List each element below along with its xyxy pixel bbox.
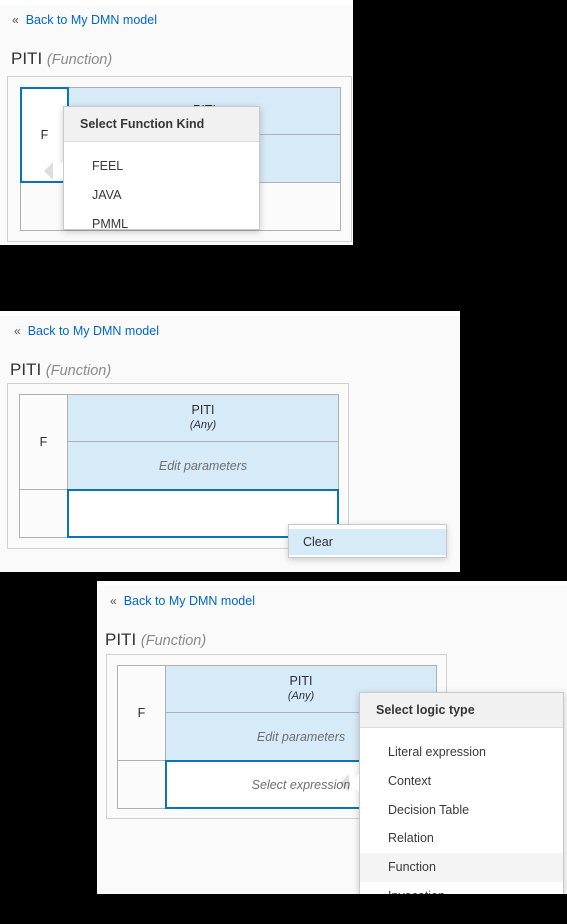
logic-type-option-function[interactable]: Function — [360, 853, 563, 882]
select-logic-type-title: Select logic type — [360, 693, 563, 728]
select-function-kind-list: FEEL JAVA PMML — [64, 142, 259, 245]
edit-parameters-label-2: Edit parameters — [158, 458, 248, 473]
page-title: PITI (Function) — [105, 631, 206, 649]
back-to-model-link[interactable]: Back to My DMN model — [28, 325, 159, 338]
panel1-top-strip — [0, 0, 353, 5]
function-kind-cell-3[interactable]: F — [117, 665, 166, 761]
expression-header-name-3: PITI — [289, 674, 313, 689]
breadcrumb[interactable]: « Back to My DMN model — [12, 14, 157, 27]
select-logic-type-popover: Select logic type Literal expression Con… — [359, 692, 564, 894]
back-to-model-link[interactable]: Back to My DMN model — [124, 595, 255, 608]
expression-header-cell-2[interactable]: PITI (Any) — [67, 394, 339, 442]
expression-parameters-cell-2[interactable]: Edit parameters — [67, 441, 339, 490]
page-title-name: PITI — [105, 630, 137, 649]
function-body-kind-cell-1[interactable] — [20, 182, 69, 231]
expression-body-label-3: Select expression — [251, 777, 351, 792]
double-chevron-left-icon: « — [12, 13, 19, 28]
panel-clear-context-menu: « Back to My DMN model PITI (Function) F… — [0, 311, 460, 572]
panel3-top-strip — [97, 581, 567, 586]
function-kind-label-2: F — [39, 435, 48, 449]
page-title-name: PITI — [10, 360, 42, 379]
popover-caret-3 — [340, 774, 359, 792]
select-function-kind-title: Select Function Kind — [64, 107, 259, 142]
page-title-type: (Function) — [46, 52, 113, 68]
logic-type-option-decision-table[interactable]: Decision Table — [360, 796, 563, 825]
expression-header-type-3: (Any) — [287, 689, 315, 702]
expression-header-name-2: PITI — [191, 403, 215, 418]
function-kind-option-feel[interactable]: FEEL — [64, 152, 259, 181]
panel-logic-type: « Back to My DMN model PITI (Function) F… — [97, 581, 567, 894]
expression-header-type-2: (Any) — [189, 418, 217, 431]
function-kind-label-1: F — [40, 128, 49, 142]
double-chevron-left-icon: « — [14, 324, 21, 339]
double-chevron-left-icon: « — [110, 594, 117, 609]
logic-type-option-relation[interactable]: Relation — [360, 824, 563, 853]
clear-context-menu: Clear — [288, 524, 447, 558]
page-title-type: (Function) — [140, 633, 207, 649]
breadcrumb[interactable]: « Back to My DMN model — [14, 325, 159, 338]
page-title-name: PITI — [11, 49, 43, 68]
function-kind-label-3: F — [137, 706, 146, 720]
context-menu-item-clear[interactable]: Clear — [289, 529, 446, 555]
back-to-model-link[interactable]: Back to My DMN model — [26, 14, 157, 27]
page-title: PITI (Function) — [10, 361, 111, 379]
popover-caret-1 — [44, 162, 63, 180]
logic-type-option-literal-expression[interactable]: Literal expression — [360, 738, 563, 767]
panel2-top-strip — [0, 311, 460, 316]
function-table-2: F PITI (Any) Edit parameters — [19, 394, 339, 538]
select-logic-type-list: Literal expression Context Decision Tabl… — [360, 728, 563, 894]
function-kind-cell-2[interactable]: F — [19, 394, 68, 490]
logic-type-option-context[interactable]: Context — [360, 767, 563, 796]
logic-type-option-invocation[interactable]: Invocation — [360, 882, 563, 894]
function-body-kind-cell-2[interactable] — [19, 489, 68, 538]
breadcrumb[interactable]: « Back to My DMN model — [110, 595, 255, 608]
function-kind-option-pmml[interactable]: PMML — [64, 210, 259, 239]
function-kind-option-java[interactable]: JAVA — [64, 181, 259, 210]
edit-parameters-label-3: Edit parameters — [256, 729, 346, 744]
function-body-kind-cell-3[interactable] — [117, 760, 166, 809]
page-title-type: (Function) — [45, 363, 112, 379]
select-function-kind-popover: Select Function Kind FEEL JAVA PMML — [63, 106, 260, 231]
panel-function-kind: « Back to My DMN model PITI (Function) F… — [0, 0, 353, 245]
page-title: PITI (Function) — [11, 50, 112, 68]
